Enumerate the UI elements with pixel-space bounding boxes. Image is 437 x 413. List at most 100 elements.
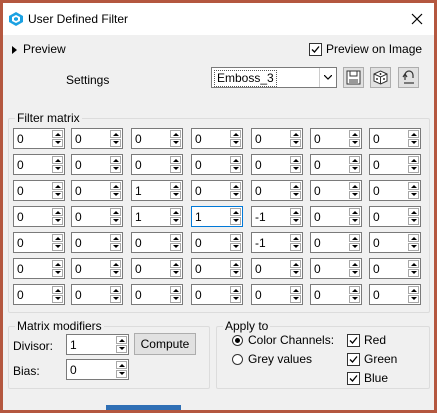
spin-up-icon[interactable]: [230, 234, 241, 242]
spin-up-icon[interactable]: [408, 130, 419, 138]
spin-up-icon[interactable]: [110, 260, 121, 268]
matrix-cell-r1-c2[interactable]: 0: [131, 154, 183, 175]
spin-down-icon[interactable]: [349, 217, 360, 225]
matrix-cell-r0-c0[interactable]: 0: [13, 128, 65, 149]
spin-up-icon[interactable]: [349, 130, 360, 138]
spin-up-icon[interactable]: [408, 260, 419, 268]
spin-down-icon[interactable]: [408, 269, 419, 277]
save-preset-button[interactable]: [343, 67, 364, 88]
matrix-cell-r6-c5[interactable]: 0: [310, 284, 362, 305]
bias-stepper[interactable]: 0: [66, 359, 129, 380]
spin-up-icon[interactable]: [349, 208, 360, 216]
matrix-cell-r1-c5[interactable]: 0: [310, 154, 362, 175]
spin-down-icon[interactable]: [408, 165, 419, 173]
matrix-cell-r0-c4[interactable]: 0: [251, 128, 303, 149]
spin-up-icon[interactable]: [230, 156, 241, 164]
spin-down-icon[interactable]: [290, 165, 301, 173]
matrix-cell-r2-c2[interactable]: 1: [131, 180, 183, 201]
spin-up-icon[interactable]: [110, 234, 121, 242]
random-preset-button[interactable]: [370, 67, 391, 88]
spin-down-icon[interactable]: [290, 295, 301, 303]
spin-down-icon[interactable]: [230, 165, 241, 173]
spin-down-icon[interactable]: [230, 139, 241, 147]
matrix-cell-r3-c3[interactable]: 1: [191, 206, 243, 227]
checkbox-box[interactable]: [347, 352, 360, 366]
spin-up-icon[interactable]: [52, 156, 63, 164]
spin-down-icon[interactable]: [170, 295, 181, 303]
spin-up-icon[interactable]: [52, 182, 63, 190]
spin-down-icon[interactable]: [52, 269, 63, 277]
spin-up-icon[interactable]: [116, 361, 127, 369]
spin-up-icon[interactable]: [290, 286, 301, 294]
spin-up-icon[interactable]: [52, 260, 63, 268]
green-checkbox[interactable]: Green: [347, 352, 397, 366]
spin-up-icon[interactable]: [230, 130, 241, 138]
spin-up-icon[interactable]: [110, 286, 121, 294]
spin-up-icon[interactable]: [290, 260, 301, 268]
spin-down-icon[interactable]: [290, 139, 301, 147]
matrix-cell-r3-c4[interactable]: -1: [251, 206, 303, 227]
spin-up-icon[interactable]: [230, 286, 241, 294]
spin-up-icon[interactable]: [170, 260, 181, 268]
chevron-down-icon[interactable]: [319, 68, 336, 87]
matrix-cell-r6-c0[interactable]: 0: [13, 284, 65, 305]
spin-up-icon[interactable]: [110, 182, 121, 190]
matrix-cell-r3-c2[interactable]: 1: [131, 206, 183, 227]
spin-down-icon[interactable]: [170, 217, 181, 225]
preview-on-image-checkbox[interactable]: Preview on Image: [309, 42, 422, 56]
spin-down-icon[interactable]: [230, 243, 241, 251]
checkbox-box[interactable]: [347, 371, 360, 385]
spin-down-icon[interactable]: [230, 295, 241, 303]
matrix-cell-r5-c3[interactable]: 0: [191, 258, 243, 279]
preview-toggle[interactable]: Preview: [12, 42, 66, 56]
matrix-cell-r2-c6[interactable]: 0: [369, 180, 421, 201]
ok-button-edge[interactable]: [106, 405, 181, 410]
reset-preset-button[interactable]: [398, 67, 419, 88]
matrix-cell-r3-c5[interactable]: 0: [310, 206, 362, 227]
spin-down-icon[interactable]: [230, 191, 241, 199]
matrix-cell-r1-c6[interactable]: 0: [369, 154, 421, 175]
matrix-cell-r1-c0[interactable]: 0: [13, 154, 65, 175]
matrix-cell-r2-c4[interactable]: 0: [251, 180, 303, 201]
spin-up-icon[interactable]: [349, 182, 360, 190]
grey-values-radio[interactable]: Grey values: [232, 352, 312, 366]
spin-up-icon[interactable]: [170, 182, 181, 190]
spin-up-icon[interactable]: [349, 260, 360, 268]
spin-down-icon[interactable]: [290, 217, 301, 225]
spin-up-icon[interactable]: [290, 234, 301, 242]
matrix-cell-r0-c6[interactable]: 0: [369, 128, 421, 149]
matrix-cell-r5-c1[interactable]: 0: [71, 258, 123, 279]
spin-down-icon[interactable]: [110, 269, 121, 277]
spin-down-icon[interactable]: [170, 243, 181, 251]
matrix-cell-r4-c4[interactable]: -1: [251, 232, 303, 253]
preset-dropdown[interactable]: Emboss_3: [211, 67, 337, 88]
spin-up-icon[interactable]: [52, 208, 63, 216]
spin-up-icon[interactable]: [230, 260, 241, 268]
spin-up-icon[interactable]: [170, 130, 181, 138]
spin-up-icon[interactable]: [110, 208, 121, 216]
spin-down-icon[interactable]: [110, 139, 121, 147]
spin-up-icon[interactable]: [52, 286, 63, 294]
matrix-cell-r1-c1[interactable]: 0: [71, 154, 123, 175]
spin-down-icon[interactable]: [170, 269, 181, 277]
matrix-cell-r6-c1[interactable]: 0: [71, 284, 123, 305]
spin-down-icon[interactable]: [408, 295, 419, 303]
matrix-cell-r4-c1[interactable]: 0: [71, 232, 123, 253]
divisor-stepper[interactable]: 1: [66, 334, 129, 355]
spin-down-icon[interactable]: [230, 269, 241, 277]
spin-down-icon[interactable]: [52, 295, 63, 303]
spin-up-icon[interactable]: [290, 130, 301, 138]
spin-down-icon[interactable]: [110, 217, 121, 225]
spin-down-icon[interactable]: [290, 191, 301, 199]
matrix-cell-r4-c0[interactable]: 0: [13, 232, 65, 253]
matrix-cell-r3-c0[interactable]: 0: [13, 206, 65, 227]
matrix-cell-r4-c6[interactable]: 0: [369, 232, 421, 253]
spin-down-icon[interactable]: [408, 243, 419, 251]
spin-up-icon[interactable]: [170, 286, 181, 294]
radio-unselected[interactable]: [232, 353, 243, 365]
matrix-cell-r1-c4[interactable]: 0: [251, 154, 303, 175]
blue-checkbox[interactable]: Blue: [347, 371, 388, 385]
matrix-cell-r0-c2[interactable]: 0: [131, 128, 183, 149]
matrix-cell-r6-c6[interactable]: 0: [369, 284, 421, 305]
matrix-cell-r2-c3[interactable]: 0: [191, 180, 243, 201]
